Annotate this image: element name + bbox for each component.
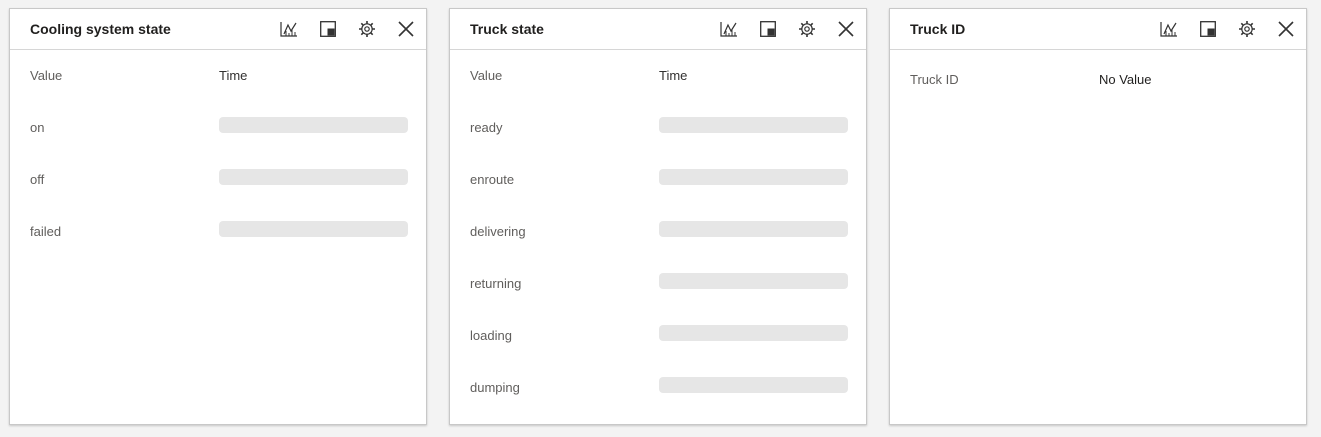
state-label: failed	[30, 224, 62, 239]
truck-id-value: No Value	[1099, 72, 1152, 87]
close-icon[interactable]	[1275, 18, 1297, 40]
tile-title: Truck state	[470, 21, 544, 37]
time-placeholder-bar	[219, 221, 408, 237]
time-placeholder-bar	[659, 169, 848, 185]
state-label: dumping	[470, 380, 520, 395]
chart-icon[interactable]	[1158, 18, 1180, 40]
pin-icon[interactable]	[317, 18, 339, 40]
tile-header: Truck state	[450, 9, 866, 50]
time-placeholder-bar	[659, 117, 848, 133]
tile-title: Cooling system state	[30, 21, 171, 37]
tile-truck-id: Truck ID Truck ID No Value	[889, 8, 1307, 425]
gear-icon[interactable]	[796, 18, 818, 40]
column-header-time: Time	[659, 68, 688, 83]
close-icon[interactable]	[395, 18, 417, 40]
pin-icon[interactable]	[757, 18, 779, 40]
column-header-value: Value	[30, 68, 63, 83]
tile-header: Truck ID	[890, 9, 1306, 50]
time-placeholder-bar	[219, 169, 408, 185]
column-header-time: Time	[219, 68, 248, 83]
state-label: enroute	[470, 172, 515, 187]
close-icon[interactable]	[835, 18, 857, 40]
tile-header: Cooling system state	[10, 9, 426, 50]
tile-truck-state: Truck state Value Time ready enroute del…	[449, 8, 867, 425]
gear-icon[interactable]	[356, 18, 378, 40]
state-label: returning	[470, 276, 522, 291]
chart-icon[interactable]	[278, 18, 300, 40]
column-header-value: Value	[470, 68, 503, 83]
truck-id-label: Truck ID	[910, 72, 959, 87]
tile-title: Truck ID	[910, 21, 966, 37]
chart-icon[interactable]	[718, 18, 740, 40]
state-label: off	[30, 172, 45, 187]
state-label: delivering	[470, 224, 526, 239]
time-placeholder-bar	[659, 273, 848, 289]
time-placeholder-bar	[659, 325, 848, 341]
state-label: loading	[470, 328, 512, 343]
pin-icon[interactable]	[1197, 18, 1219, 40]
tile-cooling-system-state: Cooling system state Value Time on off f…	[9, 8, 427, 425]
time-placeholder-bar	[659, 377, 848, 393]
state-label: on	[30, 120, 45, 135]
time-placeholder-bar	[219, 117, 408, 133]
gear-icon[interactable]	[1236, 18, 1258, 40]
time-placeholder-bar	[659, 221, 848, 237]
state-label: ready	[470, 120, 503, 135]
